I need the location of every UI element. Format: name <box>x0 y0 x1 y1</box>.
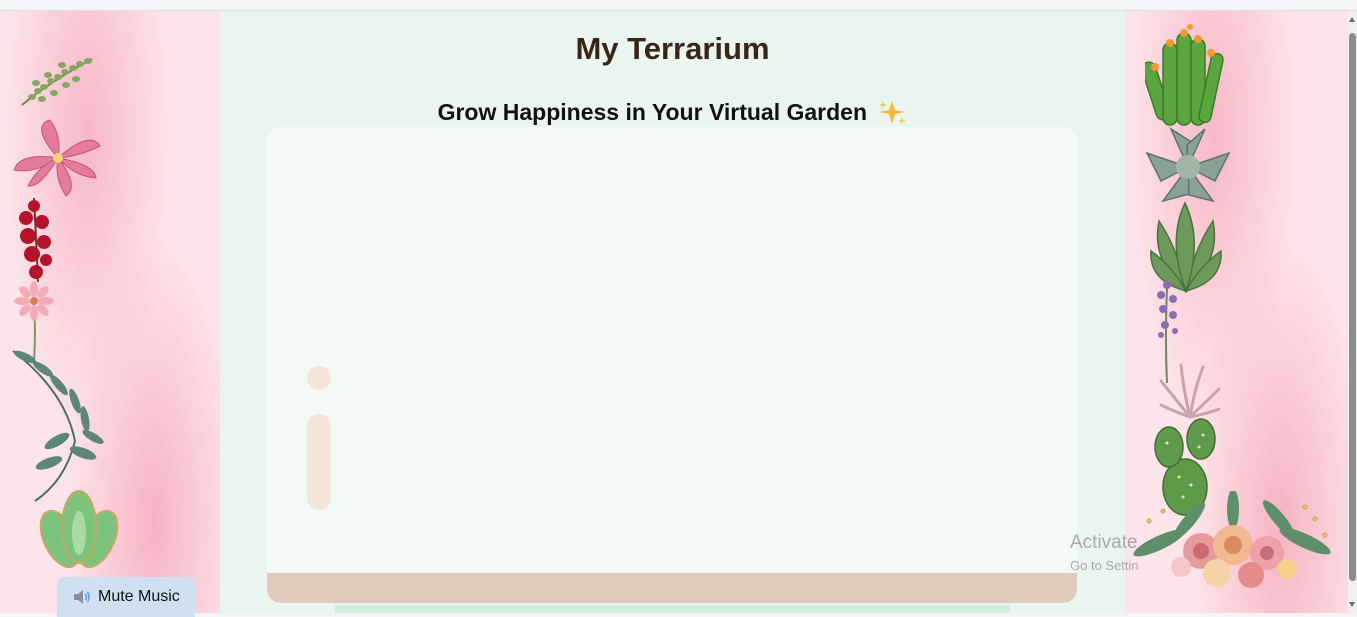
watermark-line2: Go to Settin <box>1070 558 1139 573</box>
scroll-up-arrow-icon[interactable] <box>1349 17 1355 22</box>
scrollbar-thumb[interactable] <box>1349 33 1356 581</box>
plant-red-orchid[interactable] <box>12 196 56 284</box>
activation-watermark: Activate Go to Settin <box>1070 532 1139 573</box>
plant-cactus-flowering[interactable] <box>1145 23 1225 135</box>
page-subtitle: Grow Happiness in Your Virtual Garden <box>220 99 1125 126</box>
page-title: My Terrarium <box>575 31 770 66</box>
jar-handle-bar <box>307 414 331 510</box>
jar-handle-dot <box>307 366 331 390</box>
plant-green-succulent[interactable] <box>38 487 120 573</box>
right-plant-panel <box>1125 11 1348 613</box>
plant-fern-sprig[interactable] <box>18 53 98 109</box>
mute-music-label: Mute Music <box>98 588 180 605</box>
mute-music-button[interactable]: Mute Music <box>57 577 195 617</box>
terrarium-area: My Terrarium Grow Happiness in Your Virt… <box>220 11 1125 613</box>
plant-flower-bouquet[interactable] <box>1129 491 1335 595</box>
vertical-scrollbar[interactable] <box>1348 11 1357 613</box>
plant-pink-lily[interactable] <box>10 116 106 200</box>
terrarium-jar <box>267 127 1077 603</box>
speaker-icon <box>74 590 90 604</box>
browser-top-strip <box>0 0 1357 11</box>
jar-base <box>267 573 1077 603</box>
scroll-down-arrow-icon[interactable] <box>1349 602 1355 607</box>
sparkles-icon <box>879 101 907 125</box>
plant-eucalyptus[interactable] <box>5 341 110 506</box>
subtitle-text: Grow Happiness in Your Virtual Garden <box>437 99 868 125</box>
plant-echeveria[interactable] <box>1143 123 1233 205</box>
jar-glow <box>335 605 1010 613</box>
watermark-line1: Activate <box>1070 532 1138 553</box>
left-plant-panel <box>0 11 220 613</box>
